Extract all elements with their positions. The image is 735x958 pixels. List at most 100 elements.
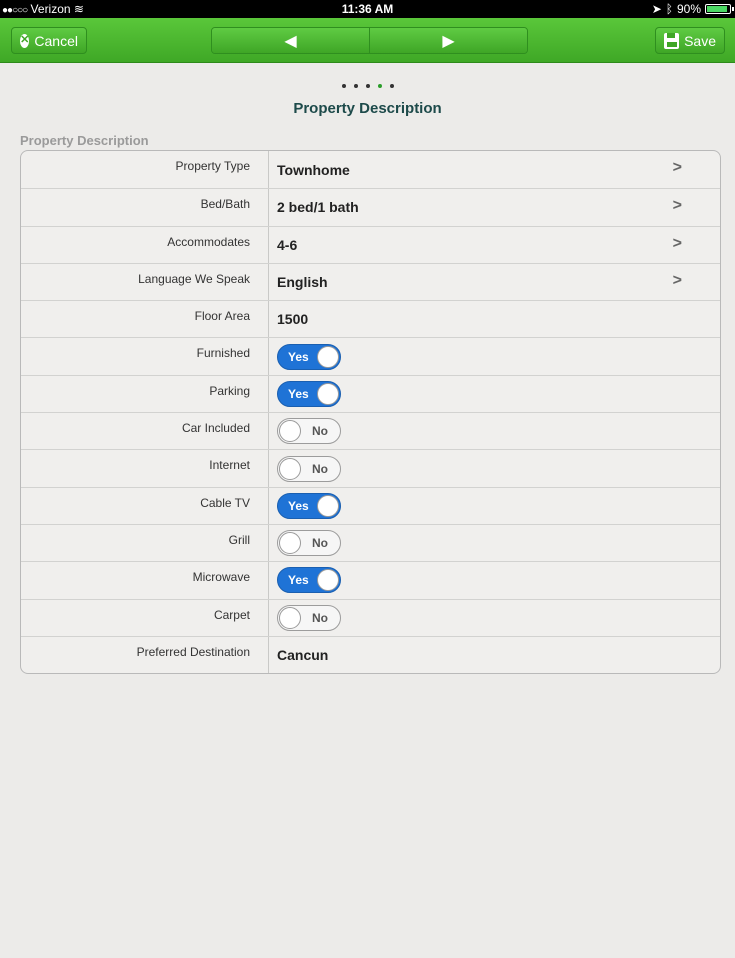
save-button[interactable]: Save	[655, 27, 725, 54]
toggle-label: No	[312, 610, 328, 625]
row-label: Accommodates	[21, 226, 269, 263]
row-value-cell: Yes	[269, 562, 720, 598]
form-row-microwave: Microwave Yes	[21, 561, 720, 599]
row-label: Property Type	[21, 151, 269, 189]
parking-toggle[interactable]: Yes	[277, 380, 341, 407]
row-label: Parking	[21, 375, 269, 413]
form-row-property-type[interactable]: Property Type Townhome >	[21, 151, 720, 189]
right-arrow-icon: ▶	[442, 32, 455, 50]
nav-bar: ✕ Cancel ◀ ▶ Save	[0, 18, 735, 63]
form-row-parking: Parking Yes	[21, 374, 720, 413]
toggle-knob	[279, 532, 301, 555]
page-indicator	[0, 75, 735, 93]
form-row-preferred-destination: Preferred Destination Cancun	[21, 635, 720, 674]
section-header: Property Description	[20, 133, 149, 148]
page-dot	[341, 84, 346, 88]
clock: 11:36 AM	[341, 2, 394, 16]
save-label: Save	[684, 32, 716, 49]
row-label: Floor Area	[21, 301, 269, 338]
accommodates-selected-value: 4-6	[277, 236, 298, 253]
status-bar: ●●○○○ Verizon ≋ 11:36 AM ➤ ᛒ 90%	[0, 0, 735, 18]
toggle-label: Yes	[288, 498, 309, 513]
preferred-destination-field[interactable]: Cancun	[277, 647, 328, 663]
furnished-toggle[interactable]: Yes	[277, 343, 341, 370]
row-value-cell: Yes	[269, 488, 720, 524]
row-label: Internet	[21, 450, 269, 487]
floor-area-field[interactable]: 1500	[277, 311, 308, 327]
microwave-toggle[interactable]: Yes	[277, 567, 341, 594]
cancel-label: Cancel	[34, 32, 78, 49]
form-row-cable-tv: Cable TV Yes	[21, 486, 720, 524]
row-label: Preferred Destination	[21, 636, 269, 674]
row-label: Microwave	[21, 562, 269, 599]
page-dot	[377, 84, 382, 88]
toggle-label: No	[312, 424, 328, 439]
property-type-selected-value: Townhome	[277, 161, 350, 178]
previous-button[interactable]: ◀	[212, 28, 369, 53]
language-we-speak-selected-value: English	[277, 274, 328, 291]
location-icon: ➤	[651, 2, 662, 16]
left-arrow-icon: ◀	[284, 32, 297, 50]
toggle-knob	[317, 382, 339, 405]
toggle-knob	[317, 569, 339, 592]
toggle-label: No	[312, 461, 328, 476]
form-row-language-we-speak[interactable]: Language We Speak English >	[21, 262, 720, 301]
cable-tv-toggle[interactable]: Yes	[277, 492, 341, 519]
form-row-bed-bath[interactable]: Bed/Bath 2 bed/1 bath >	[21, 188, 720, 226]
toggle-knob	[279, 420, 301, 443]
form-row-furnished: Furnished Yes	[21, 337, 720, 375]
row-value-cell: Townhome >	[269, 151, 720, 188]
row-value-cell: Yes	[269, 376, 720, 412]
row-label: Grill	[21, 524, 269, 562]
battery-percent: 90%	[676, 2, 701, 16]
row-value-cell: Yes	[269, 338, 720, 374]
row-label: Furnished	[21, 338, 269, 375]
chevron-right-icon: >	[672, 197, 682, 215]
cancel-button[interactable]: ✕ Cancel	[11, 27, 87, 54]
car-included-toggle[interactable]: No	[277, 418, 341, 445]
row-value-cell: 1500	[269, 301, 720, 337]
next-button[interactable]: ▶	[369, 28, 527, 53]
row-label: Car Included	[21, 413, 269, 450]
row-label: Bed/Bath	[21, 189, 269, 226]
toggle-knob	[317, 494, 339, 517]
toggle-label: Yes	[288, 386, 309, 401]
row-value-cell: No	[269, 450, 720, 486]
internet-toggle[interactable]: No	[277, 455, 341, 482]
bed-bath-selected-value: 2 bed/1 bath	[277, 199, 359, 216]
row-value-cell: 2 bed/1 bath >	[269, 189, 720, 225]
row-value-cell: English >	[269, 264, 720, 300]
row-label: Carpet	[21, 599, 269, 636]
grill-toggle[interactable]: No	[277, 530, 341, 557]
toggle-knob	[317, 345, 339, 368]
floppy-disk-icon	[664, 32, 680, 49]
battery-icon	[705, 4, 734, 14]
form-row-internet: Internet No	[21, 449, 720, 487]
page-dot	[365, 84, 370, 88]
row-value-cell: Cancun	[269, 637, 720, 673]
row-value-cell: No	[269, 413, 720, 449]
form-row-carpet: Carpet No	[21, 598, 720, 636]
toggle-knob	[279, 457, 301, 480]
row-value-cell: No	[269, 600, 720, 636]
form-row-accommodates[interactable]: Accommodates 4-6 >	[21, 225, 720, 263]
form-row-grill: Grill No	[21, 523, 720, 562]
prev-next-segmented-control: ◀ ▶	[211, 27, 528, 54]
bluetooth-icon: ᛒ	[665, 2, 673, 16]
row-value-cell: No	[269, 525, 720, 561]
row-value-cell: 4-6 >	[269, 227, 720, 263]
toggle-label: No	[312, 536, 328, 551]
toggle-label: Yes	[288, 349, 309, 364]
chevron-right-icon: >	[672, 271, 682, 289]
page-dot	[389, 84, 394, 88]
form-row-floor-area: Floor Area 1500	[21, 300, 720, 338]
battery-fill	[707, 6, 727, 12]
close-circle-icon: ✕	[20, 33, 30, 48]
row-label: Language We Speak	[21, 263, 269, 301]
toggle-label: Yes	[288, 573, 309, 588]
form-row-car-included: Car Included No	[21, 412, 720, 450]
chevron-right-icon: >	[672, 159, 682, 176]
toggle-knob	[279, 606, 301, 629]
row-label: Cable TV	[21, 487, 269, 524]
carpet-toggle[interactable]: No	[277, 604, 341, 631]
